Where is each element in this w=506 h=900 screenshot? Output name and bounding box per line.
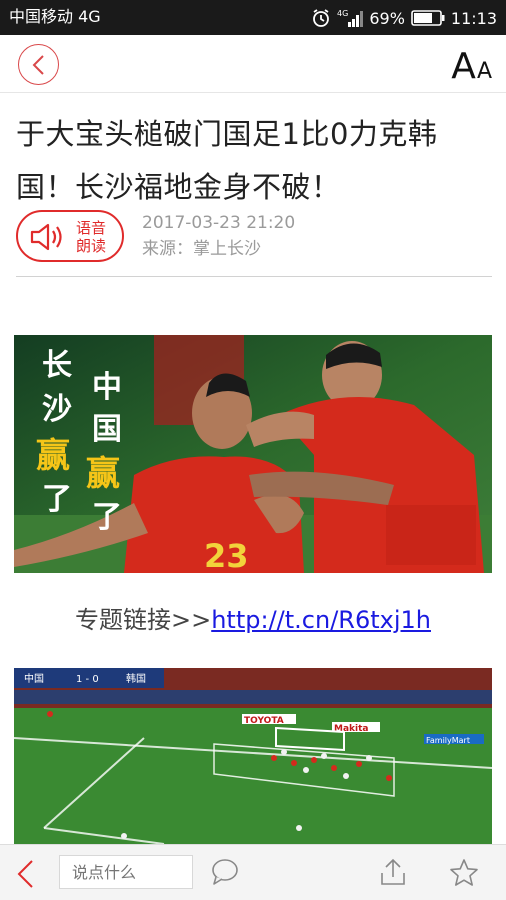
board-ad-1: TOYOTA [244,716,284,726]
font-size-button[interactable]: A A [451,45,492,85]
battery-icon [411,10,445,26]
svg-text:赢: 赢 [36,436,70,476]
score-value: 1 - 0 [76,674,99,685]
score-team-b: 韩国 [126,672,146,685]
bottom-toolbar [0,844,506,900]
jersey-number: 23 [204,537,249,573]
speaker-icon [30,223,62,251]
topic-link[interactable]: http://t.cn/R6txj1h [211,606,431,634]
board-ad-3: FamilyMart [426,736,470,745]
topic-prefix: 专题链接>> [75,606,212,634]
topic-link-row: 专题链接>>http://t.cn/R6txj1h [0,603,506,637]
svg-text:长: 长 [42,348,72,383]
article-title: 于大宝头槌破门国足1比0力克韩国！长沙福地金身不破！ [16,117,438,204]
match-photo-art: 中国 1 - 0 韩国 TOYOTA Makita FamilyMart [14,668,492,844]
svg-text:中: 中 [92,370,122,405]
svg-text:了: 了 [92,500,122,535]
comment-bubble-icon[interactable] [210,858,240,886]
svg-text:赢: 赢 [86,454,120,494]
font-size-small-letter: A [476,59,492,84]
voice-read-label: 语音朗读 [76,219,107,255]
chevron-left-icon [32,55,44,75]
carrier-label: 中国移动 4G [9,7,101,26]
back-button[interactable] [18,44,59,85]
top-nav: A A [0,35,506,93]
svg-text:国: 国 [92,412,122,447]
celebration-photo-art: 23 长 沙 赢 了 中 国 赢 了 [14,335,492,573]
svg-text:4G: 4G [337,9,348,18]
svg-text:沙: 沙 [42,392,72,427]
divider [16,276,492,277]
article-date: 2017-03-23 21:20 [142,213,296,233]
status-bar: 中国移动 4G 4G 69% 11:13 [0,0,506,35]
score-team-a: 中国 [24,672,44,685]
comment-input[interactable] [59,855,193,889]
article-photo-match[interactable]: 中国 1 - 0 韩国 TOYOTA Makita FamilyMart [14,668,492,844]
signal-icon: 4G [337,9,364,27]
voice-read-button[interactable]: 语音朗读 [16,210,124,262]
article-source: 来源：掌上长沙 [142,239,261,259]
share-icon[interactable] [378,857,408,887]
svg-text:了: 了 [42,482,72,517]
star-icon[interactable] [448,857,480,889]
back-arrow-icon[interactable] [14,859,38,889]
clock: 11:13 [450,8,497,28]
battery-percent: 69% [369,8,405,28]
status-indicators: 4G 69% 11:13 [311,7,497,29]
alarm-icon [313,9,330,27]
font-size-big-letter: A [451,46,476,87]
article-photo-celebration[interactable]: 23 长 沙 赢 了 中 国 赢 了 [14,335,492,573]
